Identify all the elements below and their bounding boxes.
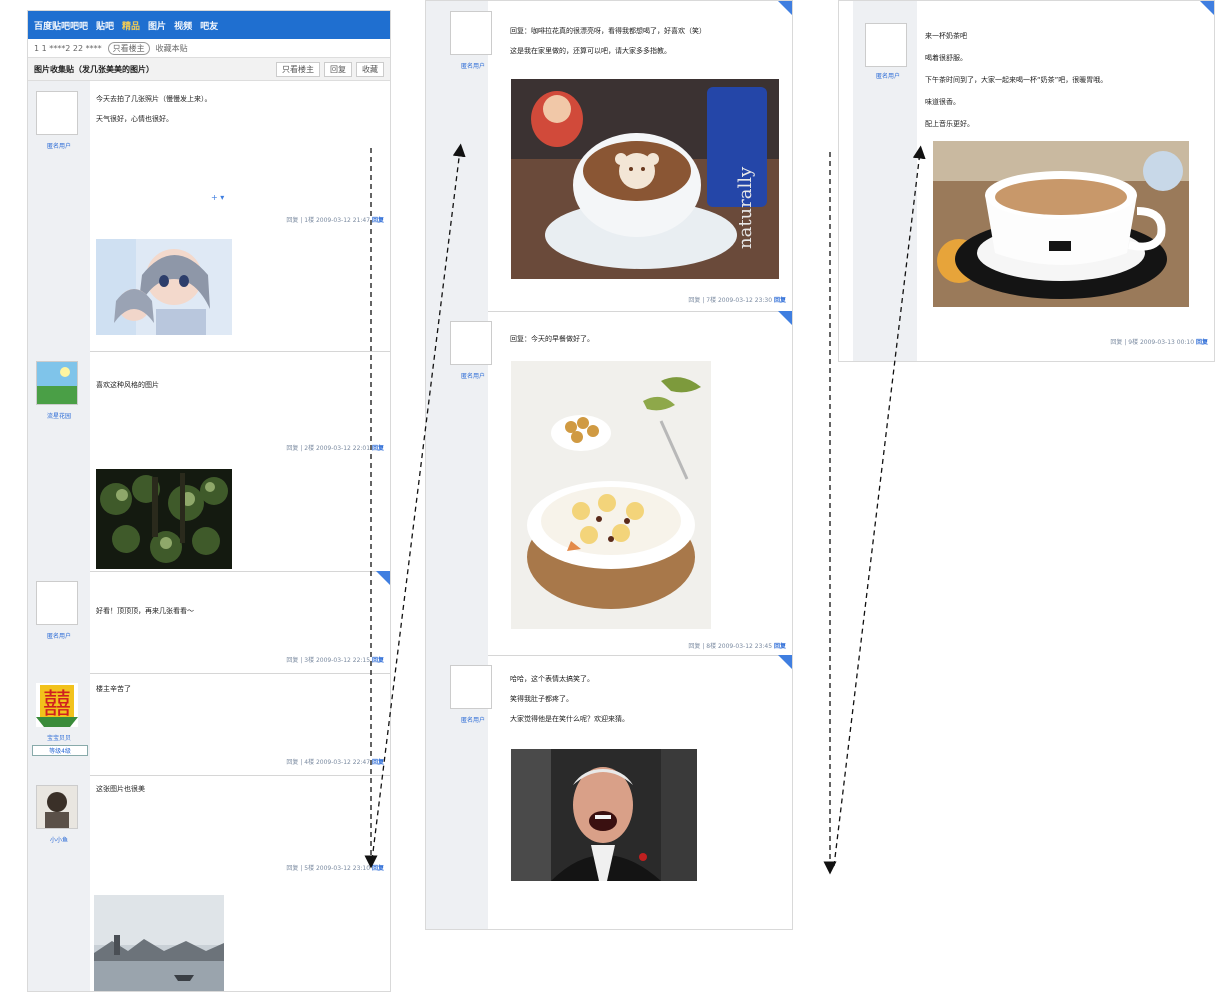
breadcrumb: 1 1 ****2 22 **** <box>34 43 102 53</box>
avatar[interactable] <box>450 11 492 55</box>
post-meta: 回复 | 2楼 2009-03-12 22:01 <box>286 445 371 452</box>
username[interactable]: 匿名用户 <box>446 371 500 380</box>
post-text: 喝着很舒服。 <box>925 54 967 62</box>
breakfast-image[interactable] <box>511 361 711 629</box>
nav-item-5[interactable]: 吧友 <box>200 19 218 32</box>
nav-item-3[interactable]: 图片 <box>148 19 166 32</box>
svg-text:naturally: naturally <box>735 166 756 249</box>
post-text: 喜欢这种风格的图片 <box>96 381 159 389</box>
site-title[interactable]: 百度贴吧吧吧 <box>34 19 88 32</box>
post: 囍 宝宝贝贝 等级4级 楼主辛苦了 回复 | 4楼 2009-03-12 22:… <box>28 673 390 776</box>
thread-column-3: 匿名用户 来一杯奶茶吧 喝着很舒服。 下午茶时间到了，大家一起来喝一杯“奶茶”吧… <box>838 0 1215 362</box>
post-text: 楼主辛苦了 <box>96 685 131 693</box>
post: 匿名用户 今天去拍了几张照片（慢慢发上来）。 天气很好，心情也很好。 + ▾ 回… <box>28 81 390 352</box>
post-text: 笑得我肚子都疼了。 <box>510 695 573 703</box>
avatar[interactable] <box>450 321 492 365</box>
laughing-man-image[interactable] <box>511 749 697 881</box>
avatar[interactable] <box>865 23 907 67</box>
floor-corner-marker <box>778 1 792 15</box>
latte-image[interactable]: naturally <box>511 79 779 279</box>
post-text: 这是我在家里做的，还算可以吧，请大家多多指教。 <box>510 47 671 55</box>
post-meta: 回复 | 1楼 2009-03-12 21:47 <box>286 217 371 224</box>
floor-corner-marker <box>1200 1 1214 15</box>
post-meta: 回复 | 8楼 2009-03-12 23:45 <box>688 643 773 650</box>
reply-link[interactable]: 回复 <box>1196 339 1208 346</box>
forest-image[interactable] <box>96 469 232 569</box>
reply-link[interactable]: 回复 <box>372 759 384 766</box>
thread-column-1: 百度贴吧吧吧 贴吧 精品 图片 视频 吧友 1 1 ****2 22 **** … <box>27 10 391 992</box>
post-text: 好看！顶顶顶，再来几张看看～ <box>96 607 194 615</box>
top-nav-bar: 百度贴吧吧吧 贴吧 精品 图片 视频 吧友 <box>28 11 390 39</box>
reply-link[interactable]: 回复 <box>774 643 786 650</box>
post-text: 天气很好，心情也很好。 <box>96 115 173 123</box>
floor-corner-marker <box>376 571 390 585</box>
post-text: 回复：今天的早餐做好了。 <box>510 335 594 343</box>
username[interactable]: 流星花园 <box>32 411 86 420</box>
avatar[interactable] <box>36 581 78 625</box>
username[interactable]: 宝宝贝贝 <box>32 733 86 742</box>
username[interactable]: 匿名用户 <box>861 71 915 80</box>
sub-bar: 1 1 ****2 22 **** 只看楼主 收藏本贴 <box>28 39 390 57</box>
only-op-tool[interactable]: 只看楼主 <box>276 61 320 77</box>
floor-corner-marker <box>778 655 792 669</box>
avatar[interactable]: 囍 <box>36 683 78 727</box>
reply-link[interactable]: 回复 <box>774 297 786 304</box>
post-meta: 回复 | 9楼 2009-03-13 00:10 <box>1110 339 1195 346</box>
post-text: 哈哈，这个表情太搞笑了。 <box>510 675 594 683</box>
post: 匿名用户 好看！顶顶顶，再来几张看看～ 回复 | 3楼 2009-03-12 2… <box>28 571 390 674</box>
post-text: 这张图片也很美 <box>96 785 145 793</box>
reply-link[interactable]: 回复 <box>372 445 384 452</box>
user-level-badge: 等级4级 <box>32 745 88 756</box>
milk-tea-image[interactable] <box>933 141 1189 307</box>
post-text: 今天去拍了几张照片（慢慢发上来）。 <box>96 95 212 103</box>
username[interactable]: 匿名用户 <box>446 61 500 70</box>
post-text: 回复：咖啡拉花真的很漂亮呀，看得我都想喝了，好喜欢（笑） <box>510 27 706 35</box>
reply-link[interactable]: 回复 <box>372 865 384 872</box>
post-text: 大家觉得他是在笑什么呢？欢迎来猜。 <box>510 715 629 723</box>
favorite-link[interactable]: 收藏本贴 <box>156 43 188 54</box>
reply-link[interactable]: 回复 <box>372 217 384 224</box>
post: 匿名用户 回复：咖啡拉花真的很漂亮呀，看得我都想喝了，好喜欢（笑） 这是我在家里… <box>426 1 792 312</box>
nav-item-2[interactable]: 精品 <box>122 19 140 32</box>
svg-text:囍: 囍 <box>43 687 71 720</box>
avatar[interactable] <box>450 665 492 709</box>
post-meta: 回复 | 7楼 2009-03-12 23:30 <box>688 297 773 304</box>
nav-item-1[interactable]: 贴吧 <box>96 19 114 32</box>
avatar[interactable] <box>36 91 78 135</box>
post: 流星花园 喜欢这种风格的图片 回复 | 2楼 2009-03-12 22:01 … <box>28 351 390 572</box>
village-image[interactable] <box>94 895 224 991</box>
favorite-tool[interactable]: 收藏 <box>356 61 384 77</box>
post-meta: 回复 | 4楼 2009-03-12 22:47 <box>286 759 371 766</box>
post-meta: 回复 | 5楼 2009-03-12 23:10 <box>286 865 371 872</box>
post: 匿名用户 回复：今天的早餐做好了。 回复 | 8楼 2009-03-12 23:… <box>426 311 792 656</box>
thread-header: 图片收集贴（发几张美美的图片） 只看楼主 回复 收藏 <box>28 57 390 81</box>
username[interactable]: 匿名用户 <box>32 631 86 640</box>
post: 小小鱼 这张图片也很美 回复 | 5楼 2009-03-12 23:10 回复 <box>28 775 390 991</box>
post-text: 味道很香。 <box>925 98 960 106</box>
avatar[interactable] <box>36 361 78 405</box>
username[interactable]: 匿名用户 <box>32 141 86 150</box>
post: 匿名用户 来一杯奶茶吧 喝着很舒服。 下午茶时间到了，大家一起来喝一杯“奶茶”吧… <box>839 1 1214 361</box>
anime-image[interactable] <box>96 239 232 335</box>
nav-item-4[interactable]: 视频 <box>174 19 192 32</box>
username[interactable]: 匿名用户 <box>446 715 500 724</box>
thread-title: 图片收集贴（发几张美美的图片） <box>34 64 154 74</box>
reply-tool[interactable]: 回复 <box>324 61 352 77</box>
post-text: 下午茶时间到了，大家一起来喝一杯“奶茶”吧，很暖胃哦。 <box>925 76 1108 84</box>
post-text: 来一杯奶茶吧 <box>925 32 967 40</box>
expand-button[interactable]: + ▾ <box>211 193 224 202</box>
thread-column-2: 匿名用户 回复：咖啡拉花真的很漂亮呀，看得我都想喝了，好喜欢（笑） 这是我在家里… <box>425 0 793 930</box>
reply-link[interactable]: 回复 <box>372 657 384 664</box>
avatar[interactable] <box>36 785 78 829</box>
post-meta: 回复 | 3楼 2009-03-12 22:15 <box>286 657 371 664</box>
only-op-button[interactable]: 只看楼主 <box>107 41 150 55</box>
username[interactable]: 小小鱼 <box>32 835 86 844</box>
post: 匿名用户 哈哈，这个表情太搞笑了。 笑得我肚子都疼了。 大家觉得他是在笑什么呢？… <box>426 655 792 929</box>
post-text: 配上音乐更好。 <box>925 120 974 128</box>
floor-corner-marker <box>778 311 792 325</box>
